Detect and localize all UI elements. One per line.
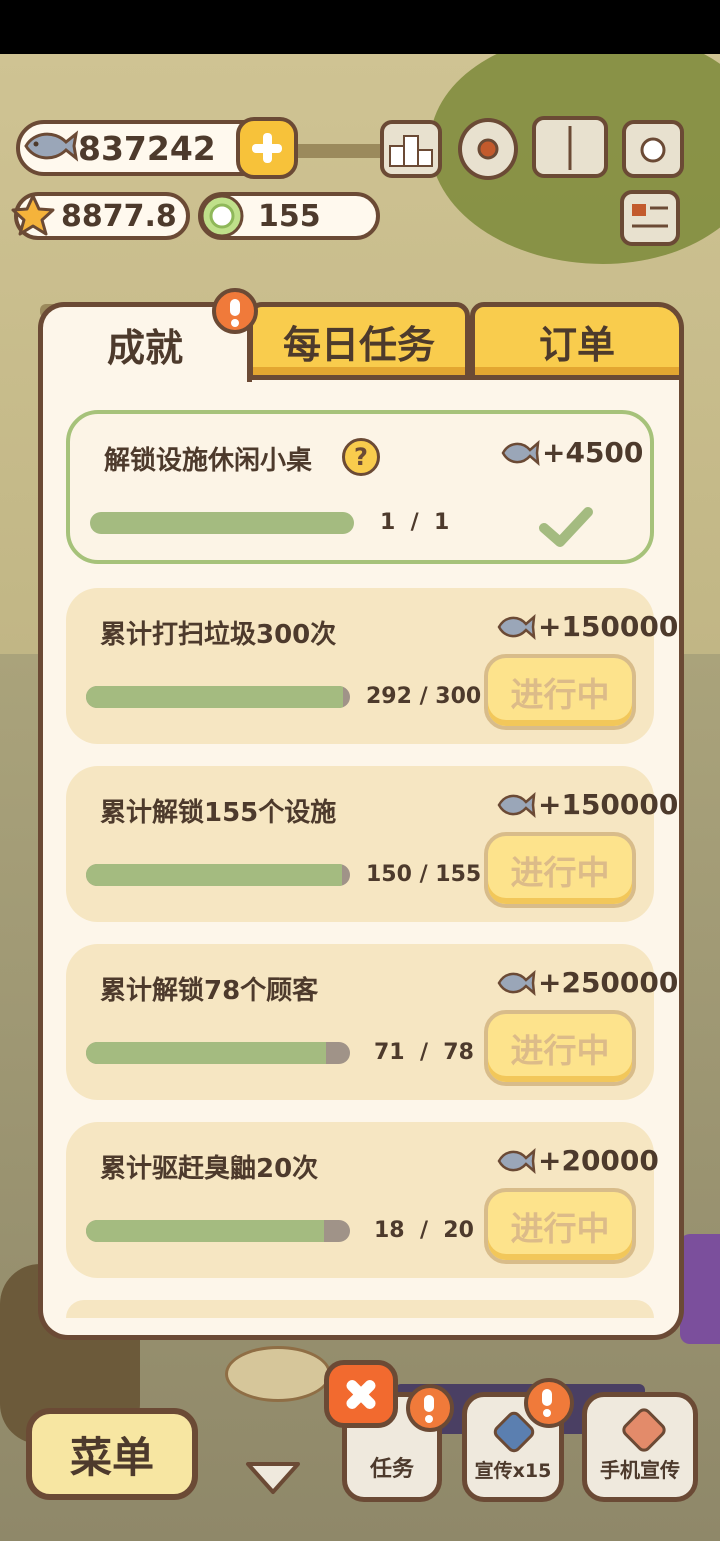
progress-bar [86, 1220, 350, 1242]
ranking-podium-icon[interactable] [380, 120, 442, 178]
tab-daily-tasks-label: 每日任务 [282, 322, 435, 367]
alert-badge-icon [212, 288, 258, 334]
progress-count: 18 / 20 [374, 1218, 474, 1243]
newspaper-icon[interactable] [620, 190, 680, 246]
task-reward: +250000 [496, 966, 678, 999]
alert-badge-icon [524, 1378, 574, 1428]
task-reward: +150000 [496, 788, 678, 821]
progress-fill [86, 864, 342, 886]
task-row: 累计打扫垃圾300次 +150000 292 / 300 进行中 [66, 588, 678, 744]
reward-amount: +150000 [538, 610, 679, 643]
pawprint-rug [225, 1346, 331, 1402]
phone-promo-button[interactable]: 手机宣传 [582, 1392, 698, 1502]
task-row: 累计解锁78个顾客 +250000 71 / 78 进行中 [66, 944, 678, 1100]
fish-count: 837242 [78, 128, 216, 168]
close-dialog-button[interactable] [324, 1360, 398, 1428]
in-progress-button[interactable]: 进行中 [484, 1010, 636, 1086]
in-progress-button[interactable]: 进行中 [484, 1188, 636, 1264]
progress-count: 150 / 155 [366, 862, 482, 887]
promo-button-label: 宣传x15 [474, 1460, 552, 1482]
task-row: 解锁设施休闲小桌 ? +4500 1 / 1 [66, 410, 654, 564]
potion-decoration [680, 1234, 720, 1344]
progress-fill [86, 1042, 327, 1064]
fish-icon [497, 1147, 536, 1174]
fish-icon [24, 130, 79, 162]
tab-orders-label: 订单 [538, 322, 615, 367]
tab-achievements-label: 成就 [106, 326, 183, 370]
fish-icon [497, 791, 536, 818]
tab-daily-tasks[interactable]: 每日任务 [248, 302, 470, 380]
progress-count: 292 / 300 [366, 684, 482, 709]
alert-badge-icon [406, 1384, 454, 1432]
task-title: 累计解锁78个顾客 [100, 976, 319, 1006]
achievement-dialog: 成就 每日任务 订单 解锁设施休闲小桌 ? +4500 1 / 1 累计打扫垃圾… [38, 288, 684, 1340]
progress-bar [86, 686, 350, 708]
fish-icon [497, 613, 536, 640]
task-reward: +150000 [496, 610, 678, 643]
progress-bar [90, 512, 354, 534]
task-button-label: 任务 [369, 1457, 414, 1482]
fish-icon [501, 439, 540, 466]
task-reward: +4500 [500, 436, 643, 469]
task-title: 累计打扫垃圾300次 [100, 620, 337, 650]
menu-button[interactable]: 菜单 [26, 1408, 198, 1500]
task-reward: +20000 [496, 1144, 659, 1177]
coin-count: 155 [258, 198, 321, 234]
clover-coin-icon [200, 194, 244, 238]
settings-gear-icon[interactable] [458, 118, 518, 180]
completed-check-icon[interactable] [538, 506, 594, 550]
progress-fill [86, 1220, 324, 1242]
progress-fill [90, 512, 354, 534]
in-progress-button[interactable]: 进行中 [484, 832, 636, 908]
progress-bar [86, 1042, 350, 1064]
progress-bar [86, 864, 350, 886]
progress-count: 1 / 1 [380, 510, 450, 535]
reward-amount: +4500 [542, 436, 644, 469]
reward-amount: +20000 [538, 1144, 659, 1177]
tab-orders[interactable]: 订单 [470, 302, 684, 380]
task-row: 累计驱赶臭鼬20次 +20000 18 / 20 进行中 [66, 1122, 659, 1278]
task-title: 累计解锁155个设施 [100, 798, 337, 828]
reward-amount: +250000 [538, 966, 679, 999]
camera-icon[interactable] [622, 120, 684, 178]
chevron-down-icon[interactable] [244, 1458, 302, 1496]
catalog-book-icon[interactable] [532, 116, 608, 178]
phone-promo-icon [622, 1408, 666, 1452]
star-icon [11, 194, 55, 236]
reward-amount: +150000 [538, 788, 679, 821]
fish-icon [497, 969, 536, 996]
help-question-icon[interactable]: ? [342, 438, 380, 476]
in-progress-button[interactable]: 进行中 [484, 654, 636, 730]
task-row-partial [66, 1300, 654, 1318]
progress-fill [86, 686, 343, 708]
star-count: 8877.8 [61, 198, 177, 234]
progress-count: 71 / 78 [374, 1040, 474, 1065]
task-row: 累计解锁155个设施 +150000 150 / 155 进行中 [66, 766, 678, 922]
phone-promo-button-label: 手机宣传 [600, 1458, 680, 1482]
task-title: 累计驱赶臭鼬20次 [100, 1154, 319, 1184]
task-title: 解锁设施休闲小桌 [104, 446, 313, 476]
add-fish-button[interactable] [236, 117, 298, 179]
